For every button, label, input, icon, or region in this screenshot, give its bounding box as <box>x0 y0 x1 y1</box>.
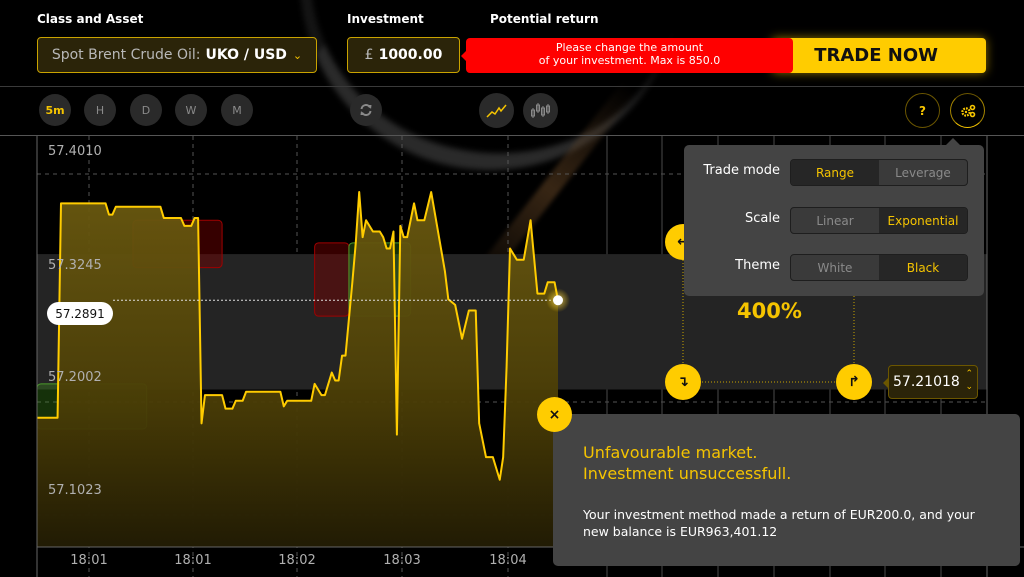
investment-error-tooltip: Please change the amount of your investm… <box>461 38 793 73</box>
trade-now-button[interactable]: TRADE NOW <box>772 38 986 73</box>
trading-app: Class and Asset Investment Potential ret… <box>0 0 1024 577</box>
timeframe-week-button[interactable]: W <box>175 94 207 126</box>
scale-label: Scale <box>745 211 780 226</box>
trade-mode-toggle: Range Leverage <box>790 159 968 186</box>
range-lower-right-handle[interactable]: ↱ <box>836 364 872 400</box>
y-tick-label: 57.2002 <box>48 370 102 385</box>
trade-mode-label: Trade mode <box>703 163 780 178</box>
loss-zone <box>314 242 350 317</box>
dialog-title-line-1: Unfavourable market. <box>583 443 758 462</box>
y-tick-label: 57.1023 <box>48 483 102 498</box>
scale-linear-option[interactable]: Linear <box>791 208 879 233</box>
scale-exponential-option[interactable]: Exponential <box>879 208 967 233</box>
timeframe-month-button[interactable]: M <box>221 94 253 126</box>
error-line-1: Please change the amount <box>555 41 704 54</box>
dialog-body: Your investment method made a return of … <box>583 507 975 539</box>
close-icon: × <box>548 406 561 423</box>
currency-symbol: £ <box>364 47 374 63</box>
x-tick-label: 18:01 <box>70 553 108 568</box>
asset-select[interactable]: Spot Brent Crude Oil: UKO / USD ⌄ <box>37 37 317 73</box>
timeframe-5m-button[interactable]: 5m <box>39 94 71 126</box>
chevron-down-icon[interactable]: ⌄ <box>965 381 973 394</box>
y-tick-label: 57.3245 <box>48 258 102 273</box>
dialog-title: Unfavourable market. Investment unsucces… <box>583 442 791 484</box>
theme-label: Theme <box>735 258 780 273</box>
investment-label: Investment <box>347 12 424 26</box>
range-lower-left-handle[interactable]: ↴ <box>665 364 701 400</box>
dialog-title-line-2: Investment unsuccessfull. <box>583 464 792 483</box>
investment-input[interactable]: £ 1000.00 <box>347 37 460 73</box>
theme-black-option[interactable]: Black <box>879 255 967 280</box>
trade-mode-leverage-option[interactable]: Leverage <box>879 160 967 185</box>
class-asset-label: Class and Asset <box>37 12 144 26</box>
x-tick-label: 18:04 <box>489 553 527 568</box>
timeframe-hour-button[interactable]: H <box>84 94 116 126</box>
move-arrow-icon: ↴ <box>677 374 689 390</box>
result-dialog: Unfavourable market. Investment unsucces… <box>553 414 1020 566</box>
theme-white-option[interactable]: White <box>791 255 879 280</box>
target-price-input[interactable]: 57.21018 ⌃ ⌄ <box>883 365 978 399</box>
refresh-icon <box>360 104 372 116</box>
line-chart-button[interactable] <box>479 93 514 128</box>
scale-toggle: Linear Exponential <box>790 207 968 234</box>
gears-icon <box>960 104 975 117</box>
theme-toggle: White Black <box>790 254 968 281</box>
close-dialog-button[interactable]: × <box>537 397 572 432</box>
x-tick-label: 18:03 <box>383 553 421 568</box>
error-line-2: of your investment. Max is 850.0 <box>538 54 721 67</box>
refresh-button[interactable] <box>350 94 382 126</box>
move-arrow-icon: ↱ <box>848 374 860 390</box>
settings-button[interactable] <box>950 93 985 128</box>
current-price-label: 57.2891 <box>47 302 113 325</box>
divider <box>0 86 1024 87</box>
timeframe-day-button[interactable]: D <box>130 94 162 126</box>
return-percent: 400% <box>737 299 802 323</box>
potential-return-label: Potential return <box>490 12 599 26</box>
help-button[interactable]: ? <box>905 93 940 128</box>
y-tick-label: 57.4010 <box>48 144 102 159</box>
current-price-dot <box>553 295 563 306</box>
target-price-value: 57.21018 <box>893 374 960 390</box>
candlestick-icon <box>530 102 550 118</box>
chevron-down-icon: ⌄ <box>292 48 303 62</box>
line-chart-icon <box>485 104 507 118</box>
asset-prefix: Spot Brent Crude Oil: <box>51 47 201 63</box>
x-tick-label: 18:02 <box>278 553 316 568</box>
x-tick-label: 18:01 <box>174 553 212 568</box>
asset-pair: UKO / USD <box>205 47 287 63</box>
settings-popover: Trade mode Range Leverage Scale Linear E… <box>684 138 984 296</box>
chevron-up-icon[interactable]: ⌃ <box>965 368 973 381</box>
trade-mode-range-option[interactable]: Range <box>791 160 879 185</box>
investment-value: 1000.00 <box>378 47 443 63</box>
candlestick-chart-button[interactable] <box>523 93 558 128</box>
